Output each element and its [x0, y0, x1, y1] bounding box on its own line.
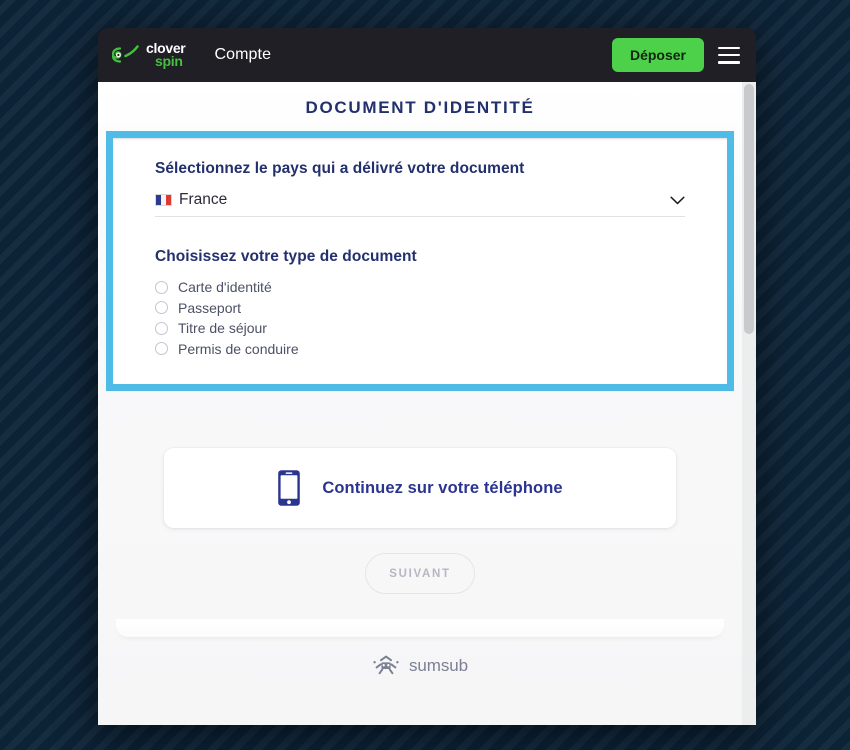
hamburger-bar-1	[718, 46, 740, 50]
continue-on-phone-card[interactable]: Continuez sur votre téléphone	[164, 448, 676, 528]
next-button[interactable]: SUIVANT	[365, 553, 475, 594]
brand-wordmark: clover spin	[146, 41, 186, 69]
page-title: DOCUMENT D'IDENTITÉ	[305, 98, 535, 117]
page-scrollbar-thumb[interactable]	[744, 84, 754, 334]
document-type-label: Choisissez votre type de document	[155, 248, 417, 265]
document-type-radio-group: Carte d'identité Passeport Titre de séjo…	[155, 277, 685, 359]
hamburger-bar-3	[718, 60, 740, 64]
radio-option-carte-identite[interactable]: Carte d'identité	[155, 277, 685, 298]
brand-logo[interactable]: clover spin	[110, 41, 186, 69]
radio-option-titre-de-sejour[interactable]: Titre de séjour	[155, 318, 685, 339]
hamburger-menu-icon[interactable]	[718, 46, 740, 64]
continue-on-phone-label: Continuez sur votre téléphone	[322, 478, 563, 497]
country-select-value: France	[179, 191, 228, 208]
radio-label: Titre de séjour	[178, 320, 267, 337]
hamburger-bar-2	[718, 53, 740, 57]
content-card-bottom-edge	[116, 619, 724, 637]
france-flag-icon	[155, 194, 172, 206]
mobile-phone-icon	[278, 470, 301, 506]
sumsub-logo-icon	[373, 655, 399, 675]
identity-form-panel: Sélectionnez le pays qui a délivré votre…	[113, 138, 727, 384]
clover-leaf-icon	[111, 45, 139, 63]
site-header: clover spin Compte Déposer	[98, 28, 756, 82]
page-scrollbar-track[interactable]	[742, 82, 756, 725]
country-select-label: Sélectionnez le pays qui a délivré votre…	[155, 160, 525, 177]
sumsub-footer: sumsub	[98, 655, 742, 676]
radio-label: Permis de conduire	[178, 340, 299, 357]
radio-option-passeport[interactable]: Passeport	[155, 298, 685, 319]
radio-circle-icon	[155, 280, 168, 294]
page-content-area: DOCUMENT D'IDENTITÉ Sélectionnez le pays…	[98, 82, 756, 725]
brand-word-bottom: spin	[155, 53, 183, 69]
radio-label: Carte d'identité	[178, 279, 272, 296]
radio-circle-icon	[155, 321, 168, 335]
radio-option-permis-de-conduire[interactable]: Permis de conduire	[155, 339, 685, 360]
nav-item-account[interactable]: Compte	[214, 46, 271, 64]
chevron-down-icon[interactable]	[670, 196, 685, 205]
deposit-button[interactable]: Déposer	[611, 38, 704, 72]
next-button-container: SUIVANT	[98, 553, 742, 594]
country-select[interactable]: France	[155, 191, 685, 217]
radio-circle-icon	[155, 342, 168, 356]
radio-circle-icon	[155, 301, 168, 315]
kyc-verification-panel: DOCUMENT D'IDENTITÉ Sélectionnez le pays…	[98, 82, 742, 725]
radio-label: Passeport	[178, 299, 242, 316]
header-actions: Déposer	[611, 38, 740, 72]
browser-window: clover spin Compte Déposer DOCUMENT D'ID…	[98, 28, 756, 725]
identity-form-highlight-frame: Sélectionnez le pays qui a délivré votre…	[106, 131, 734, 391]
sumsub-wordmark: sumsub	[409, 655, 468, 675]
